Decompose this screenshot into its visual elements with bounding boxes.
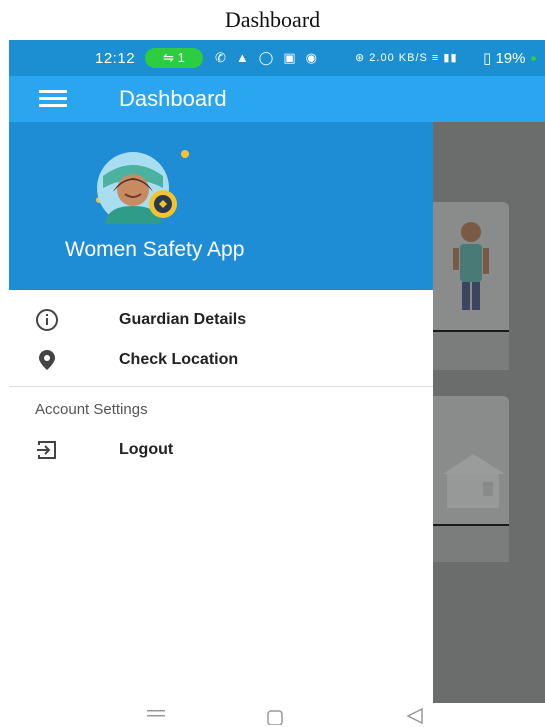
bluetooth-icon: ⊛: [355, 52, 366, 64]
hamburger-icon[interactable]: [39, 90, 67, 108]
menu-item-logout[interactable]: Logout: [9, 430, 433, 470]
app-bar-title: Dashboard: [119, 86, 227, 111]
status-time: 12:12: [95, 50, 136, 67]
sim-badge-number: 1: [177, 50, 185, 65]
battery-indicator: ▯ 19%: [483, 49, 525, 67]
figure-caption: Dashboard: [224, 7, 321, 32]
person-illustration: [453, 222, 489, 310]
background-card-2: [433, 396, 509, 562]
system-nav-bar: [0, 703, 545, 727]
chat-icon: ◉: [305, 50, 327, 65]
status-bar: 12:12 ⇋ 1 ✆▲◯▣◉ ⊛ 2.00 KB/S ≡ ▮▮ ▯ 19%: [9, 40, 545, 76]
background-card-1: [433, 202, 509, 370]
page: Dashboard 12:12 ⇋ 1 ✆▲◯▣◉ ⊛ 2.00 KB/S ≡ …: [0, 0, 545, 727]
signal-icon: ▮▮: [443, 52, 458, 64]
network-speed: 2.00: [369, 52, 395, 64]
menu-item-label: Check Location: [119, 351, 239, 368]
volte-icon: ≡: [431, 52, 440, 64]
location-pin-icon: [39, 350, 55, 370]
section-title-account-settings: Account Settings: [35, 401, 148, 418]
signal-swap-icon: ⇋: [163, 50, 175, 65]
gallery-icon: ▣: [283, 50, 306, 65]
menu-item-check-location[interactable]: Check Location: [9, 340, 433, 380]
info-icon: [36, 309, 58, 331]
system-icons: ⊛ 2.00 KB/S ≡ ▮▮: [355, 51, 458, 64]
drawer-divider: [9, 386, 433, 387]
drawer-app-name: Women Safety App: [65, 238, 245, 261]
phone-icon: ✆: [215, 50, 236, 65]
sim-badge: ⇋ 1: [145, 48, 203, 68]
app-logo-avatar: [96, 150, 189, 224]
network-speed-unit: KB/S: [398, 52, 428, 64]
menu-nav-button[interactable]: [145, 707, 167, 723]
phone-screen: 12:12 ⇋ 1 ✆▲◯▣◉ ⊛ 2.00 KB/S ≡ ▮▮ ▯ 19% D…: [9, 40, 545, 703]
battery-icon: ▯: [483, 50, 492, 67]
battery-percent: 19%: [495, 50, 526, 67]
logout-icon: [37, 441, 56, 459]
status-dot: [531, 56, 536, 61]
navigation-drawer: Women Safety App Guardian Details Check …: [9, 122, 433, 703]
menu-item-label: Guardian Details: [119, 311, 247, 328]
app-bar: Dashboard: [9, 76, 545, 122]
home-nav-button[interactable]: [264, 707, 286, 725]
menu-item-label: Logout: [119, 441, 174, 458]
back-nav-button[interactable]: [404, 707, 426, 725]
drawer-header: Women Safety App: [9, 122, 433, 290]
notification-icons: ✆▲◯▣◉: [215, 50, 327, 66]
house-illustration: [443, 454, 505, 508]
car-icon: ▲: [235, 50, 259, 65]
instagram-icon: ◯: [258, 50, 284, 65]
menu-item-guardian-details[interactable]: Guardian Details: [9, 300, 433, 340]
